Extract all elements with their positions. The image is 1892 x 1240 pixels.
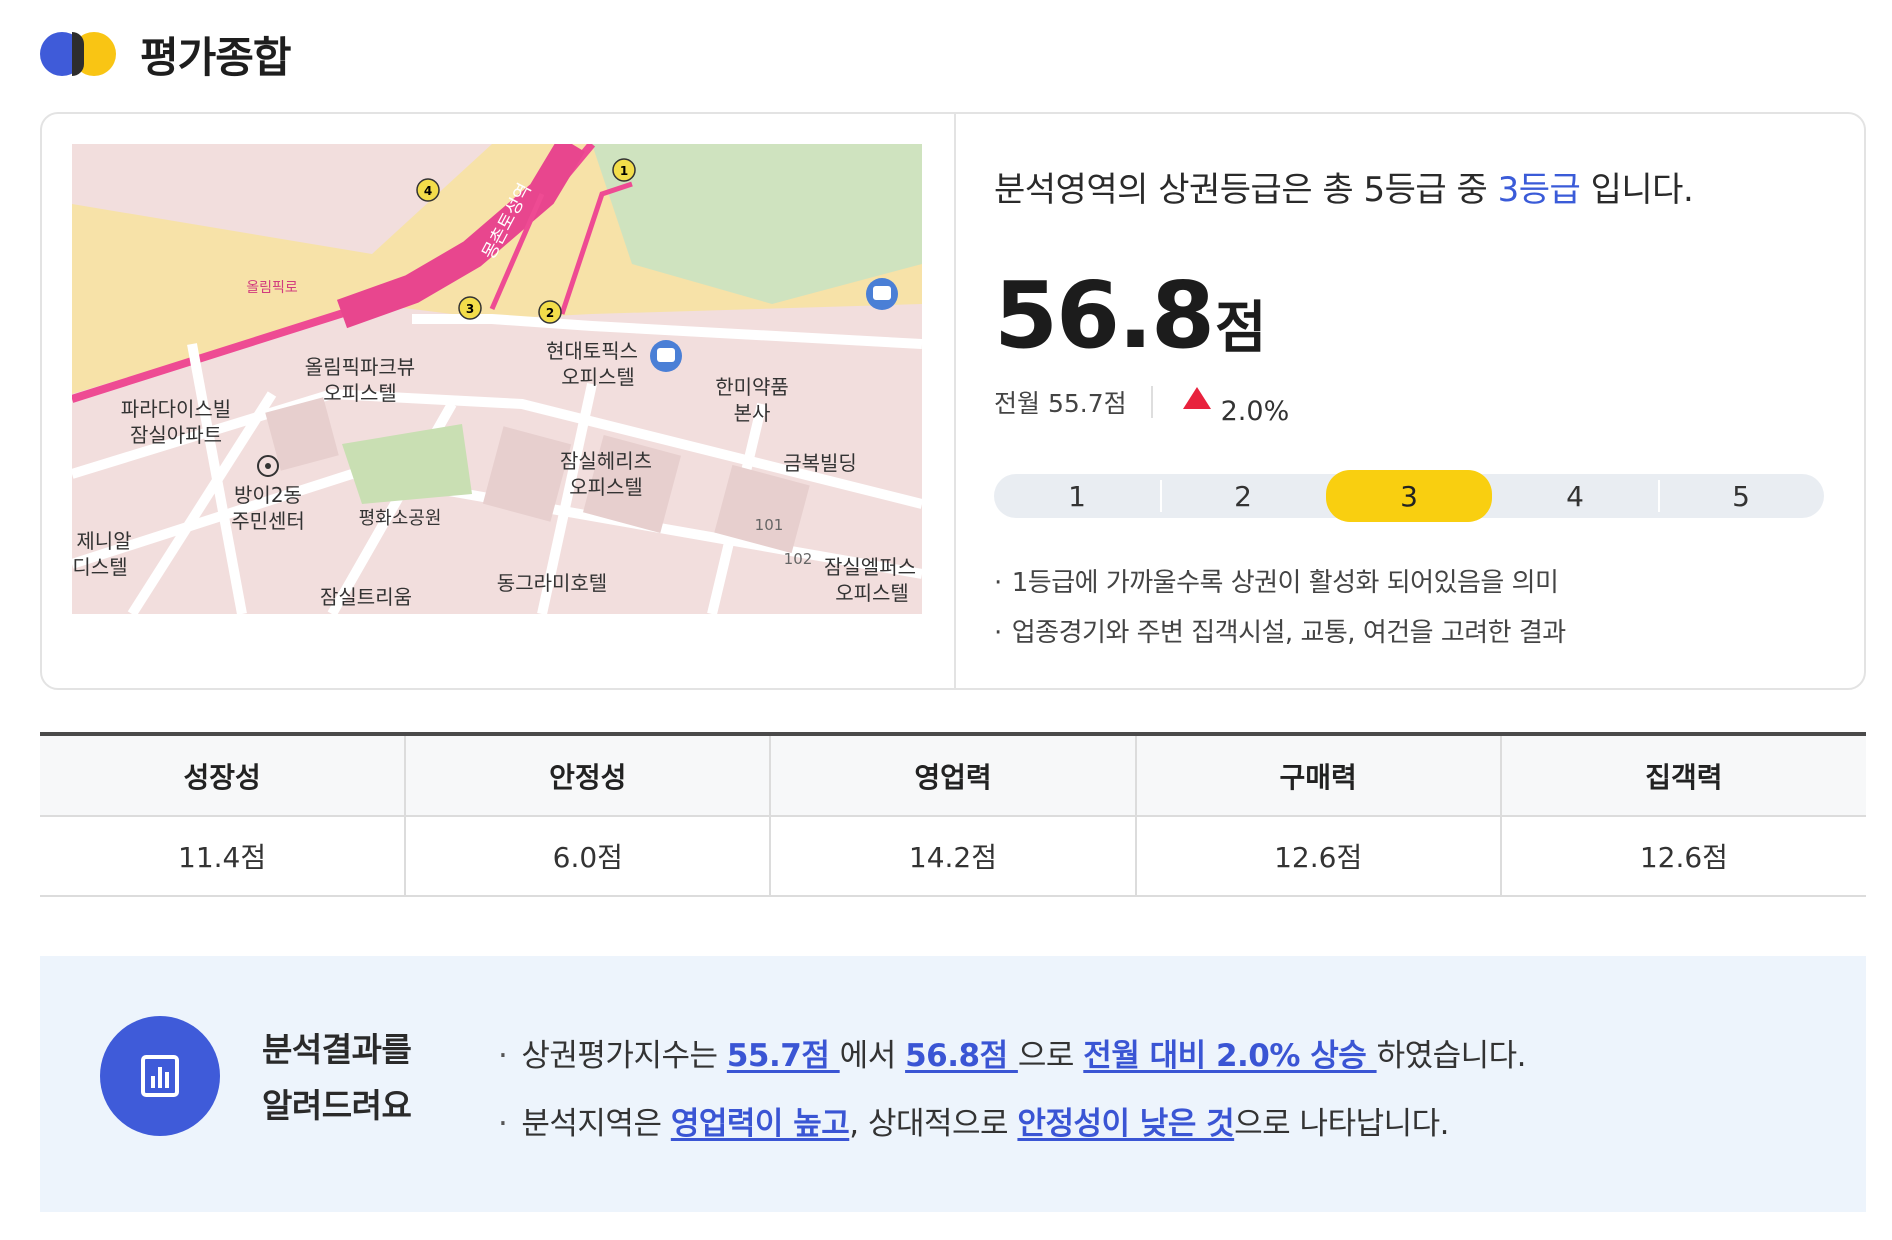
result-line-2: · 분석지역은 영업력이 높고, 상대적으로 안정성이 낮은 것으로 나타납니다.	[498, 1106, 1450, 1142]
value-attraction: 12.6점	[1499, 816, 1866, 897]
section-title: 평가종합	[140, 32, 292, 82]
svg-text:2: 2	[546, 306, 554, 320]
result-line-1: · 상권평가지수는 55.7점 에서 56.8점 으로 전월 대비 2.0% 상승…	[498, 1038, 1527, 1074]
svg-text:잠실아파트: 잠실아파트	[130, 423, 222, 447]
grade-scale: 1 2 3 4 5	[994, 470, 1824, 522]
svg-text:올림픽파크뷰: 올림픽파크뷰	[305, 355, 415, 379]
note-item: 1등급에 가까울수록 상권이 활성화 되어있음을 의미	[994, 558, 1566, 608]
current-score-link[interactable]: 56.8점	[905, 1038, 1018, 1074]
analysis-result-box: 분석결과를 알려드려요 · 상권평가지수는 55.7점 에서 56.8점 으로 전…	[40, 956, 1866, 1212]
svg-text:4: 4	[424, 184, 432, 198]
summary-card: 1 2 3 4 올림픽로 올림픽파크뷰 오피스텔 파라다이스빌 잠실아파트 방이…	[40, 112, 1866, 690]
svg-text:본사: 본사	[734, 401, 771, 425]
total-score: 56.8 점	[994, 262, 1267, 369]
result-lines: · 상권평가지수는 55.7점 에서 56.8점 으로 전월 대비 2.0% 상승…	[498, 1022, 1527, 1158]
svg-text:3: 3	[466, 302, 474, 316]
score-value: 56.8	[994, 262, 1215, 369]
result-title: 분석결과를 알려드려요	[262, 1030, 412, 1125]
grade-sentence: 분석영역의 상권등급은 총 5등급 중 3등급 입니다.	[994, 170, 1694, 210]
header-attraction: 집객력	[1499, 732, 1866, 817]
svg-text:잠실헤리츠: 잠실헤리츠	[560, 449, 652, 473]
value-purchasing: 12.6점	[1134, 816, 1501, 897]
svg-text:제니알: 제니알	[76, 529, 131, 553]
header-growth: 성장성	[40, 732, 406, 817]
svg-text:올림픽로: 올림픽로	[246, 280, 298, 296]
svg-text:1: 1	[620, 164, 628, 178]
value-growth: 11.4점	[40, 816, 406, 897]
grade-info: 분석영역의 상권등급은 총 5등급 중 3등급 입니다. 56.8 점 전월 55…	[994, 114, 1834, 688]
svg-text:오피스텔: 오피스텔	[561, 365, 635, 389]
svg-text:오피스텔: 오피스텔	[835, 581, 909, 605]
table-row: 11.4점 6.0점 14.2점 12.6점 12.6점	[40, 816, 1866, 897]
up-arrow-icon	[1182, 387, 1211, 409]
change-indicator: 2.0%	[1182, 387, 1290, 427]
change-link[interactable]: 전월 대비 2.0% 상승	[1083, 1038, 1376, 1074]
previous-month-row: 전월 55.7점 2.0%	[994, 382, 1289, 427]
header-sales: 영업력	[769, 732, 1136, 817]
svg-text:101: 101	[755, 516, 784, 534]
svg-text:한미약품: 한미약품	[715, 375, 789, 399]
area-map[interactable]: 1 2 3 4 올림픽로 올림픽파크뷰 오피스텔 파라다이스빌 잠실아파트 방이…	[72, 144, 922, 614]
header-purchasing: 구매력	[1134, 732, 1501, 817]
note-item: 업종경기와 주변 집객시설, 교통, 여건을 고려한 결과	[994, 608, 1566, 658]
grade-highlight: 3등급	[1497, 170, 1581, 210]
svg-text:오피스텔: 오피스텔	[569, 475, 643, 499]
grade-cell-4: 4	[1566, 479, 1584, 513]
svg-text:동그라미호텔: 동그라미호텔	[497, 571, 607, 595]
grade-cell-3-active: 3	[1326, 470, 1492, 522]
svg-text:파라다이스빌: 파라다이스빌	[121, 397, 231, 421]
svg-text:잠실엘퍼스: 잠실엘퍼스	[824, 555, 916, 579]
grade-cell-1: 1	[1068, 479, 1086, 513]
section-header: 평가종합	[40, 26, 292, 82]
weakness-link[interactable]: 안정성이 낮은 것	[1017, 1106, 1234, 1142]
brand-dots-icon	[40, 32, 116, 76]
svg-text:금복빌딩: 금복빌딩	[783, 451, 857, 475]
change-value: 2.0%	[1220, 395, 1290, 427]
previous-month-score: 전월 55.7점	[994, 389, 1127, 418]
svg-text:평화소공원: 평화소공원	[359, 508, 442, 529]
svg-text:현대토픽스: 현대토픽스	[546, 339, 638, 363]
score-breakdown-table: 성장성 안정성 영업력 구매력 집객력 11.4점 6.0점 14.2점 12.…	[40, 732, 1866, 897]
svg-text:주민센터: 주민센터	[231, 509, 305, 533]
card-divider	[954, 114, 956, 688]
value-sales: 14.2점	[769, 816, 1136, 897]
grade-cell-5: 5	[1658, 474, 1824, 518]
bar-chart-document-icon	[100, 1016, 220, 1136]
svg-text:디스텔: 디스텔	[72, 555, 127, 579]
value-stability: 6.0점	[404, 816, 771, 897]
strength-link[interactable]: 영업력이 높고	[671, 1106, 850, 1142]
table-header-row: 성장성 안정성 영업력 구매력 집객력	[40, 732, 1866, 817]
svg-text:오피스텔: 오피스텔	[323, 381, 397, 405]
grade-notes: 1등급에 가까울수록 상권이 활성화 되어있음을 의미 업종경기와 주변 집객시…	[994, 558, 1566, 658]
header-stability: 안정성	[404, 732, 771, 817]
svg-text:잠실트리움: 잠실트리움	[320, 585, 412, 609]
prev-score-link[interactable]: 55.7점	[727, 1038, 840, 1074]
svg-text:방이2동: 방이2동	[234, 483, 302, 507]
svg-text:102: 102	[784, 550, 813, 568]
score-unit: 점	[1215, 296, 1267, 361]
grade-cell-2: 2	[1160, 474, 1326, 518]
separator	[1150, 386, 1153, 418]
